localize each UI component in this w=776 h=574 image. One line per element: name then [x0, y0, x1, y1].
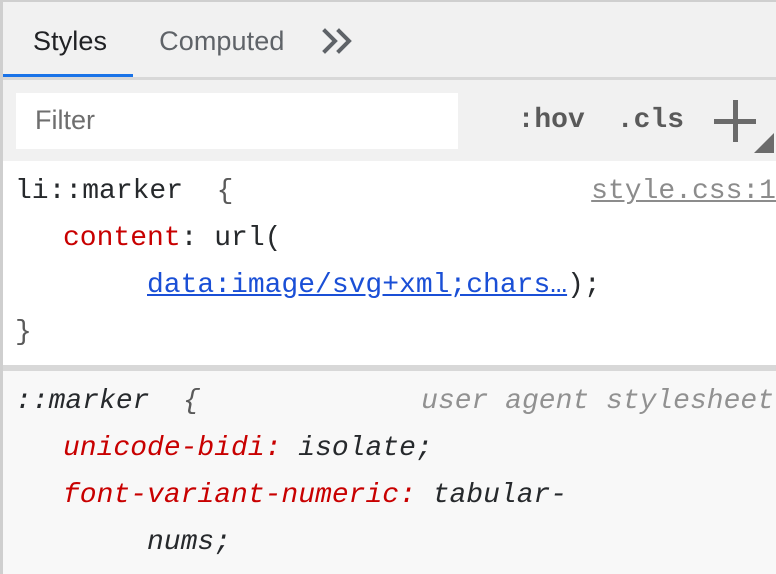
declaration-property[interactable]: content [63, 223, 181, 254]
rule-header: li::marker { style.css:1 [3, 168, 776, 215]
declaration-property: unicode-bidi [63, 433, 265, 464]
rule-open-brace: { [217, 176, 234, 207]
toolbar-actions: :hov .cls [502, 92, 768, 150]
rule-selector: ::marker [15, 386, 149, 417]
tab-computed-label: Computed [159, 26, 284, 57]
declaration-value-suffix: ); [567, 270, 601, 301]
declaration-value-line2-wrap: nums; [15, 519, 776, 566]
chevron-double-right-icon[interactable] [311, 2, 367, 80]
rule-header: ::marker { user agent stylesheet [3, 378, 776, 425]
filter-input[interactable] [16, 93, 458, 149]
declaration-font-variant-numeric: font-variant-numeric: tabular- [15, 472, 776, 519]
declaration-colon: : [399, 480, 416, 511]
rule-open-brace: { [183, 386, 200, 417]
declaration-value: isolate; [298, 433, 432, 464]
stylesheet-origin-link[interactable]: style.css:1 [591, 168, 776, 215]
declaration-value-prefix[interactable]: url( [214, 223, 281, 254]
styles-toolbar: :hov .cls [3, 80, 776, 161]
data-uri-link[interactable]: data:image/svg+xml;chars… [147, 270, 567, 301]
toggle-pseudo-states-button[interactable]: :hov [502, 105, 601, 136]
rule-close-brace: } [3, 309, 776, 356]
stylesheet-origin-label: user agent stylesheet [421, 378, 774, 425]
declaration-unicode-bidi: unicode-bidi: isolate; [15, 425, 776, 472]
tab-styles-label: Styles [33, 26, 107, 57]
styles-rules-list: li::marker { style.css:1 content: url( d… [3, 161, 776, 574]
declaration-value-line2: nums; [147, 527, 231, 558]
resize-corner-icon[interactable] [754, 133, 774, 153]
declaration-list: unicode-bidi: isolate; font-variant-nume… [3, 425, 776, 566]
tab-styles[interactable]: Styles [3, 2, 133, 80]
toggle-element-classes-button[interactable]: .cls [601, 105, 700, 136]
style-rule-author: li::marker { style.css:1 content: url( d… [3, 161, 776, 368]
tab-computed[interactable]: Computed [133, 2, 310, 80]
panel-tabbar: Styles Computed [3, 2, 776, 80]
declaration-content: content: url( [15, 215, 776, 262]
style-rule-user-agent: ::marker { user agent stylesheet unicode… [3, 368, 776, 574]
rule-close-brace: } [3, 566, 776, 574]
declaration-value-continuation: data:image/svg+xml;chars…); [15, 262, 776, 309]
declaration-colon: : [181, 223, 198, 254]
rule-selector[interactable]: li::marker [15, 176, 183, 207]
declaration-property: font-variant-numeric [63, 480, 399, 511]
declaration-value-line1: tabular- [433, 480, 567, 511]
declaration-colon: : [265, 433, 282, 464]
devtools-styles-panel: Styles Computed :hov .cls li::marker [0, 0, 776, 574]
declaration-list: content: url( data:image/svg+xml;chars…)… [3, 215, 776, 309]
